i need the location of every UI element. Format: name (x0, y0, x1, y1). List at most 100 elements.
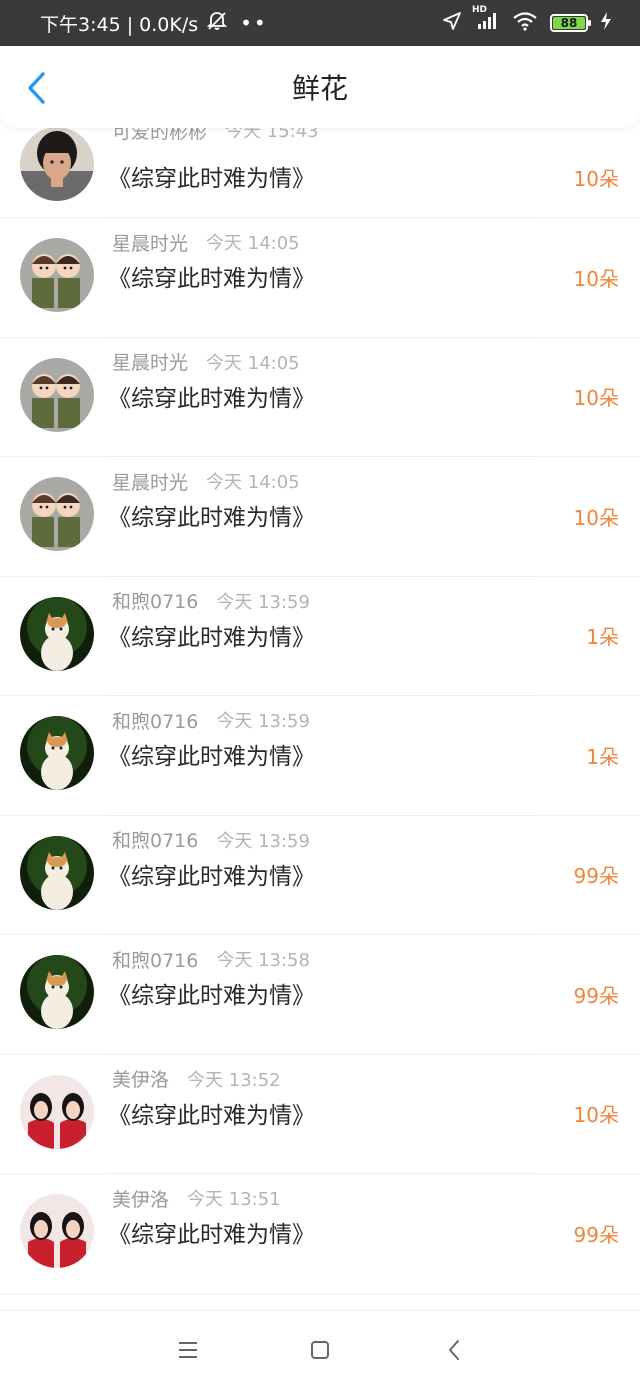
username: 和煦0716 (112, 949, 199, 972)
flower-count: 99朵 (573, 983, 619, 1008)
avatar[interactable] (20, 357, 94, 432)
item-meta: 和煦0716 今天 13:59 (112, 707, 310, 733)
flower-count: 99朵 (573, 864, 619, 888)
book-title: 《综穿此时难为情》 (108, 266, 315, 292)
flower-list: 可爱的彬彬 今天 15:43 《综穿此时难为情》 10朵 星晨时光 今天 14:… (0, 117, 640, 1294)
item-meta: 美伊洛 今天 13:52 (112, 1066, 281, 1092)
flower-count: 10朵 (573, 1103, 619, 1127)
home-square-icon (311, 1341, 329, 1359)
cartoon-avatar-icon (20, 477, 94, 551)
list-item[interactable]: 和煦0716 今天 13:59 《综穿此时难为情》 1朵 (0, 577, 640, 696)
flower-count: 10朵 (573, 505, 619, 530)
cat-avatar-icon (20, 596, 94, 671)
menu-icon (179, 1342, 197, 1358)
home-button[interactable] (303, 1333, 337, 1367)
avatar[interactable] (20, 127, 94, 201)
cat-avatar-icon (20, 955, 94, 1029)
username: 星晨时光 (112, 232, 189, 255)
item-meta: 星晨时光 今天 14:05 (112, 349, 300, 375)
header: 鲜花 (0, 46, 640, 128)
status-time: 下午3:45 | 0.0K/s (40, 13, 199, 36)
book-title: 《综穿此时难为情》 (108, 624, 315, 651)
username: 和煦0716 (112, 591, 199, 613)
cartoon-avatar-icon (20, 238, 94, 312)
wifi-icon (512, 11, 538, 35)
photo-avatar-icon (20, 127, 94, 201)
list-item[interactable]: 和煦0716 今天 13:58 《综穿此时难为情》 99朵 (0, 935, 640, 1055)
system-nav-bar (0, 1310, 640, 1387)
charging-icon (600, 11, 612, 35)
list-item[interactable]: 星晨时光 今天 14:05 《综穿此时难为情》 10朵 (0, 457, 640, 577)
avatar[interactable] (20, 1194, 94, 1268)
menu-button[interactable] (171, 1333, 205, 1367)
book-title: 《综穿此时难为情》 (108, 744, 315, 770)
system-back-button[interactable] (437, 1333, 471, 1367)
hd-label: HD (472, 5, 488, 15)
avatar[interactable] (20, 955, 94, 1029)
timestamp: 今天 14:05 (206, 233, 300, 254)
avatar[interactable] (20, 1074, 94, 1149)
status-bar: 下午3:45 | 0.0K/s •• HD 88 (0, 0, 640, 46)
location-icon (442, 11, 462, 35)
cat-avatar-icon (20, 716, 94, 790)
list-item[interactable]: 美伊洛 今天 13:52 《综穿此时难为情》 10朵 (0, 1055, 640, 1174)
item-meta: 和煦0716 今天 13:58 (112, 946, 310, 972)
book-title: 《综穿此时难为情》 (108, 1222, 315, 1248)
cartoon-avatar-icon (20, 357, 94, 432)
avatar[interactable] (20, 477, 94, 551)
list-item[interactable]: 可爱的彬彬 今天 15:43 《综穿此时难为情》 10朵 (0, 117, 640, 218)
cat-avatar-icon (20, 835, 94, 910)
timestamp: 今天 13:51 (187, 1189, 281, 1210)
timestamp: 今天 14:05 (206, 472, 300, 493)
book-title: 《综穿此时难为情》 (108, 385, 315, 412)
username: 星晨时光 (112, 352, 189, 374)
list-item[interactable]: 星晨时光 今天 14:05 《综穿此时难为情》 10朵 (0, 338, 640, 457)
chevron-left-icon (449, 1340, 459, 1360)
book-title: 《综穿此时难为情》 (108, 1102, 315, 1129)
battery-icon: 88 (550, 14, 591, 32)
timestamp: 今天 13:52 (187, 1069, 281, 1091)
flower-count: 10朵 (573, 266, 619, 291)
twins-avatar-icon (20, 1194, 94, 1268)
list-item[interactable]: 美伊洛 今天 13:51 《综穿此时难为情》 99朵 (0, 1174, 640, 1294)
book-title: 《综穿此时难为情》 (108, 166, 315, 192)
timestamp: 今天 13:59 (216, 591, 310, 613)
avatar[interactable] (20, 716, 94, 790)
list-item[interactable]: 和煦0716 今天 13:59 《综穿此时难为情》 1朵 (0, 696, 640, 816)
book-title: 《综穿此时难为情》 (108, 983, 315, 1009)
list-item[interactable]: 星晨时光 今天 14:05 《综穿此时难为情》 10朵 (0, 218, 640, 338)
username: 美伊洛 (112, 1188, 170, 1211)
item-meta: 和煦0716 今天 13:59 (112, 588, 310, 614)
battery-level: 88 (553, 16, 585, 30)
signal-icon: HD (472, 5, 500, 35)
flower-count: 99朵 (573, 1222, 619, 1247)
flower-count: 1朵 (586, 744, 619, 769)
username: 和煦0716 (112, 710, 199, 733)
mute-icon (206, 10, 228, 37)
timestamp: 今天 13:59 (216, 711, 310, 732)
flower-count: 10朵 (573, 386, 619, 410)
avatar[interactable] (20, 835, 94, 910)
page-title: 鲜花 (291, 72, 348, 105)
flower-count: 1朵 (586, 625, 619, 649)
flower-count: 10朵 (573, 166, 619, 191)
username: 和煦0716 (112, 830, 199, 852)
list-item[interactable]: 和煦0716 今天 13:59 《综穿此时难为情》 99朵 (0, 816, 640, 935)
item-meta: 星晨时光 今天 14:05 (112, 468, 300, 494)
book-title: 《综穿此时难为情》 (108, 505, 315, 531)
status-left: 下午3:45 | 0.0K/s •• (40, 0, 268, 46)
status-right: HD 88 (442, 0, 612, 46)
avatar[interactable] (20, 596, 94, 671)
twins-avatar-icon (20, 1074, 94, 1149)
item-meta: 美伊洛 今天 13:51 (112, 1185, 281, 1211)
timestamp: 今天 14:05 (206, 352, 300, 374)
avatar[interactable] (20, 238, 94, 312)
item-meta: 和煦0716 今天 13:59 (112, 827, 310, 853)
more-dots-icon: •• (240, 11, 268, 35)
book-title: 《综穿此时难为情》 (108, 863, 315, 890)
item-meta: 星晨时光 今天 14:05 (112, 229, 300, 255)
username: 星晨时光 (112, 471, 189, 494)
timestamp: 今天 13:58 (216, 950, 310, 971)
username: 美伊洛 (112, 1069, 170, 1091)
timestamp: 今天 13:59 (216, 830, 310, 852)
